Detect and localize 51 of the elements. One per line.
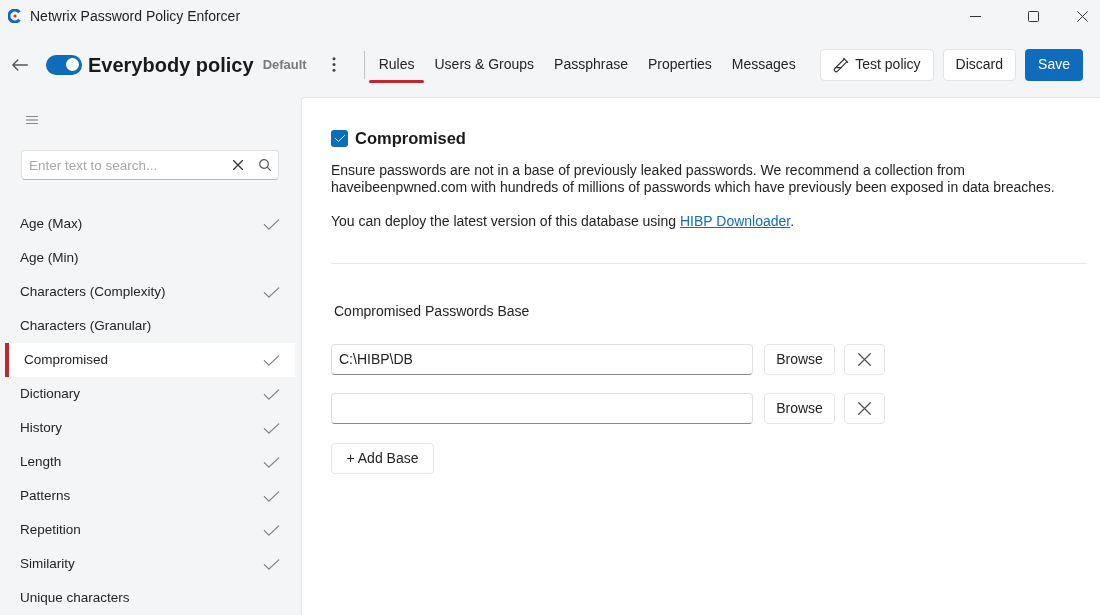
downloader-link[interactable]: HIBP Downloader bbox=[679, 212, 791, 229]
bases-label: Compromised Passwords Base bbox=[334, 301, 530, 321]
test-policy-button[interactable]: Test policy bbox=[820, 48, 934, 81]
path-input-field[interactable]: C:\HIBP\DB bbox=[331, 343, 753, 375]
sidebar-item[interactable]: Unique characters bbox=[5, 581, 295, 615]
more-icon[interactable] bbox=[331, 57, 336, 72]
tab[interactable]: Rules bbox=[368, 44, 425, 85]
policy-title: Everybody policy bbox=[88, 52, 254, 78]
test-tube-icon bbox=[833, 56, 850, 73]
deploy-text: You can deploy the latest version of this database using HIBP Downloader. bbox=[331, 212, 796, 230]
close-icon[interactable] bbox=[1076, 10, 1088, 22]
tab[interactable]: Messages bbox=[721, 44, 806, 85]
sidebar-item[interactable]: Dictionary bbox=[5, 377, 295, 411]
window-title: Netwrix Password Policy Enforcer bbox=[30, 6, 241, 26]
sidebar-item[interactable]: History bbox=[5, 411, 295, 445]
rule-description: Ensure passwords are not in a base of previously leaked passwords. We recommend a collection from haveibeenpwned.com with hundreds of millions of passwords which have previously been exposed in data breaches. bbox=[331, 161, 1056, 196]
sidebar-item[interactable]: Characters (Granular) bbox=[5, 309, 295, 343]
minimize-icon[interactable] bbox=[969, 15, 981, 17]
sidebar-item[interactable]: Age (Min) bbox=[5, 241, 295, 275]
search-icon[interactable] bbox=[259, 159, 271, 171]
path-input-field[interactable] bbox=[331, 392, 753, 424]
tab[interactable]: Passphrase bbox=[544, 44, 638, 85]
sidebar-item[interactable]: Characters (Complexity) bbox=[5, 275, 295, 309]
sidebar-item[interactable]: Repetition bbox=[5, 513, 295, 547]
check-icon bbox=[334, 134, 345, 142]
remove-button[interactable] bbox=[844, 343, 885, 375]
menu-icon[interactable] bbox=[24, 116, 40, 124]
default-label: Default bbox=[262, 55, 307, 74]
policy-toggle[interactable] bbox=[46, 54, 82, 75]
tab[interactable]: Properties bbox=[638, 44, 722, 85]
sidebar-item[interactable]: Compromised bbox=[5, 343, 295, 377]
rule-checkbox[interactable] bbox=[331, 129, 348, 147]
tab[interactable]: Users & Groups bbox=[424, 44, 545, 85]
close-icon bbox=[858, 401, 871, 415]
maximize-icon[interactable] bbox=[1027, 10, 1039, 22]
app-logo-icon bbox=[8, 9, 22, 23]
search-field[interactable]: Enter text to search... bbox=[21, 150, 279, 180]
browse-button[interactable]: Browse bbox=[764, 343, 835, 375]
save-button[interactable]: Save bbox=[1025, 48, 1083, 81]
sidebar-item[interactable]: Patterns bbox=[5, 479, 295, 513]
sidebar-item[interactable]: Length bbox=[5, 445, 295, 479]
add-base-button[interactable]: + Add Base bbox=[331, 442, 434, 474]
browse-button[interactable]: Browse bbox=[764, 392, 835, 424]
rule-title: Compromised bbox=[355, 128, 466, 149]
remove-button[interactable] bbox=[844, 392, 885, 424]
sidebar-item[interactable]: Age (Max) bbox=[5, 207, 295, 241]
back-arrow-icon[interactable] bbox=[12, 58, 28, 71]
clear-icon[interactable] bbox=[233, 160, 243, 170]
discard-button[interactable]: Discard bbox=[942, 48, 1017, 81]
sidebar-item[interactable]: Similarity bbox=[5, 547, 295, 581]
close-icon bbox=[858, 352, 871, 366]
